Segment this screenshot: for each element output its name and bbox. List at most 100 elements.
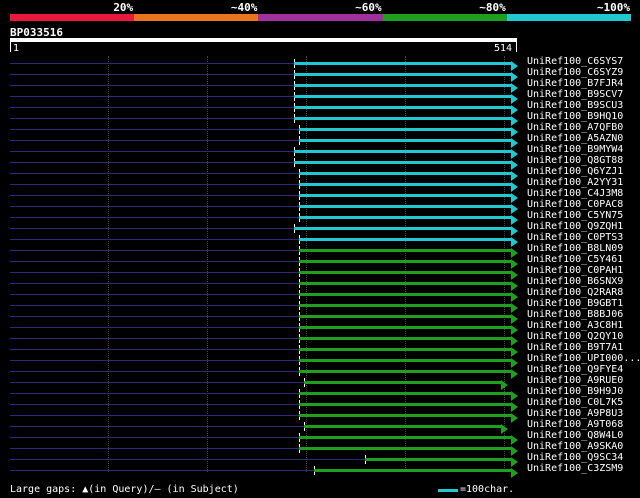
hit-unaligned-line [10,393,299,394]
hit-alignment-bar[interactable] [293,116,518,126]
hit-label-link[interactable]: UniRef100_Q6YZJ1 [527,166,623,177]
hit-alignment-bar[interactable] [293,226,518,236]
hit-alignment-bar[interactable] [298,391,518,401]
hit-alignment-bar[interactable] [298,402,518,412]
hit-label-link[interactable]: UniRef100_C4J3M8 [527,188,623,199]
hit-label-link[interactable]: UniRef100_C0PAC8 [527,199,623,210]
hit-alignment-bar[interactable] [298,369,518,379]
hit-unaligned-line [10,426,305,427]
hit-label-link[interactable]: UniRef100_UPI000... [527,353,640,364]
hit-alignment-bar[interactable] [298,237,518,247]
scale-segment [10,14,135,21]
hit-label-link[interactable]: UniRef100_A9P8U3 [527,408,623,419]
hit-unaligned-line [10,63,294,64]
hit-label-link[interactable]: UniRef100_B9SCU3 [527,100,623,111]
hit-label-link[interactable]: UniRef100_B8BJ06 [527,309,623,320]
hit-unaligned-line [10,338,299,339]
hit-unaligned-line [10,459,365,460]
hit-alignment-bar[interactable] [298,336,518,346]
hit-alignment-bar[interactable] [364,457,518,467]
hit-alignment-bar[interactable] [298,292,518,302]
alignment-viewer: 20% ~40% ~60% ~80% ~100% BP033516 1 514 UniR… [0,0,640,498]
hit-unaligned-line [10,305,299,306]
gaps-legend: Large gaps: ▲(in Query)/— (in Subject) [10,484,239,495]
hit-arrow-icon [510,468,518,478]
hit-alignment-bar[interactable] [293,149,518,159]
hit-alignment-bar[interactable] [298,314,518,324]
hit-alignment-bar[interactable] [298,303,518,313]
hit-label-link[interactable]: UniRef100_B9HQ10 [527,111,623,122]
hit-label-link[interactable]: UniRef100_B9MYW4 [527,144,623,155]
hit-alignment-bar[interactable] [293,61,518,71]
hit-alignment-bar[interactable] [298,259,518,269]
hit-alignment-bar[interactable] [298,446,518,456]
hit-alignment-bar[interactable] [293,160,518,170]
hit-label-link[interactable]: UniRef100_Q9SC34 [527,452,623,463]
hit-alignment-bar[interactable] [298,182,518,192]
hit-alignment-bar[interactable] [298,248,518,258]
hit-label-link[interactable]: UniRef100_A7QFB0 [527,122,623,133]
hit-unaligned-line [10,448,299,449]
hit-label-link[interactable]: UniRef100_C0L7K5 [527,397,623,408]
hit-alignment-bar[interactable] [293,83,518,93]
hit-row[interactable]: UniRef100_C3ZSM9 [0,463,640,478]
hit-label-link[interactable]: UniRef100_B9H9J0 [527,386,623,397]
hit-alignment-bar[interactable] [298,358,518,368]
hit-label-link[interactable]: UniRef100_Q2QY10 [527,331,623,342]
hit-label-link[interactable]: UniRef100_Q9FYE4 [527,364,623,375]
hit-label-link[interactable]: UniRef100_C6SYZ9 [527,67,623,78]
hit-alignment-bar[interactable] [298,171,518,181]
hit-label-link[interactable]: UniRef100_C0PAH1 [527,265,623,276]
hit-alignment-bar[interactable] [298,127,518,137]
hit-label-link[interactable]: UniRef100_B9SCV7 [527,89,623,100]
hit-unaligned-line [10,85,294,86]
hit-unaligned-line [10,470,315,471]
hit-alignment-bar[interactable] [293,72,518,82]
hit-label-link[interactable]: UniRef100_Q8W4L0 [527,430,623,441]
hit-unaligned-line [10,261,299,262]
hit-label-link[interactable]: UniRef100_C6SYS7 [527,56,623,67]
hit-unaligned-line [10,371,299,372]
hit-unaligned-line [10,162,294,163]
hit-label-link[interactable]: UniRef100_A5AZN0 [527,133,623,144]
scale-segment [134,14,259,21]
hit-label-link[interactable]: UniRef100_Q8GT88 [527,155,623,166]
hit-unaligned-line [10,415,299,416]
hit-label-link[interactable]: UniRef100_B7FJR4 [527,78,623,89]
scale-legend-bar [438,489,458,492]
hit-alignment-bar[interactable] [298,204,518,214]
hit-label-link[interactable]: UniRef100_A3C8H1 [527,320,623,331]
hit-label-link[interactable]: UniRef100_A9T068 [527,419,623,430]
hit-unaligned-line [10,250,299,251]
hit-alignment-bar[interactable] [314,468,518,478]
hit-alignment-bar[interactable] [298,193,518,203]
hit-alignment-bar[interactable] [298,435,518,445]
hit-alignment-bar[interactable] [298,215,518,225]
hit-alignment-bar[interactable] [304,380,508,390]
hit-label-link[interactable]: UniRef100_Q9ZQH1 [527,221,623,232]
hit-unaligned-line [10,151,294,152]
hit-label-link[interactable]: UniRef100_C0PTS3 [527,232,623,243]
hit-alignment-bar[interactable] [298,325,518,335]
hit-label-link[interactable]: UniRef100_B9T7A1 [527,342,623,353]
scale-legend-text: =100char. [460,484,515,495]
hit-alignment-bar[interactable] [304,424,508,434]
hit-label-link[interactable]: UniRef100_C3ZSM9 [527,463,623,474]
hit-label-link[interactable]: UniRef100_C5YN75 [527,210,623,221]
hit-unaligned-line [10,272,299,273]
hit-label-link[interactable]: UniRef100_C5Y461 [527,254,623,265]
hit-label-link[interactable]: UniRef100_B9GBT1 [527,298,623,309]
hit-alignment-bar[interactable] [298,270,518,280]
hit-label-link[interactable]: UniRef100_B6SNX9 [527,276,623,287]
hit-label-link[interactable]: UniRef100_Q2RAR8 [527,287,623,298]
hit-label-link[interactable]: UniRef100_A2YY31 [527,177,623,188]
hit-label-link[interactable]: UniRef100_A9RUE0 [527,375,623,386]
hit-label-link[interactable]: UniRef100_A9SKA0 [527,441,623,452]
hit-alignment-bar[interactable] [298,347,518,357]
hit-alignment-bar[interactable] [298,413,518,423]
hit-alignment-bar[interactable] [293,105,518,115]
hit-label-link[interactable]: UniRef100_B8LN09 [527,243,623,254]
hit-alignment-bar[interactable] [293,94,518,104]
hit-alignment-bar[interactable] [298,281,518,291]
hit-alignment-bar[interactable] [298,138,518,148]
